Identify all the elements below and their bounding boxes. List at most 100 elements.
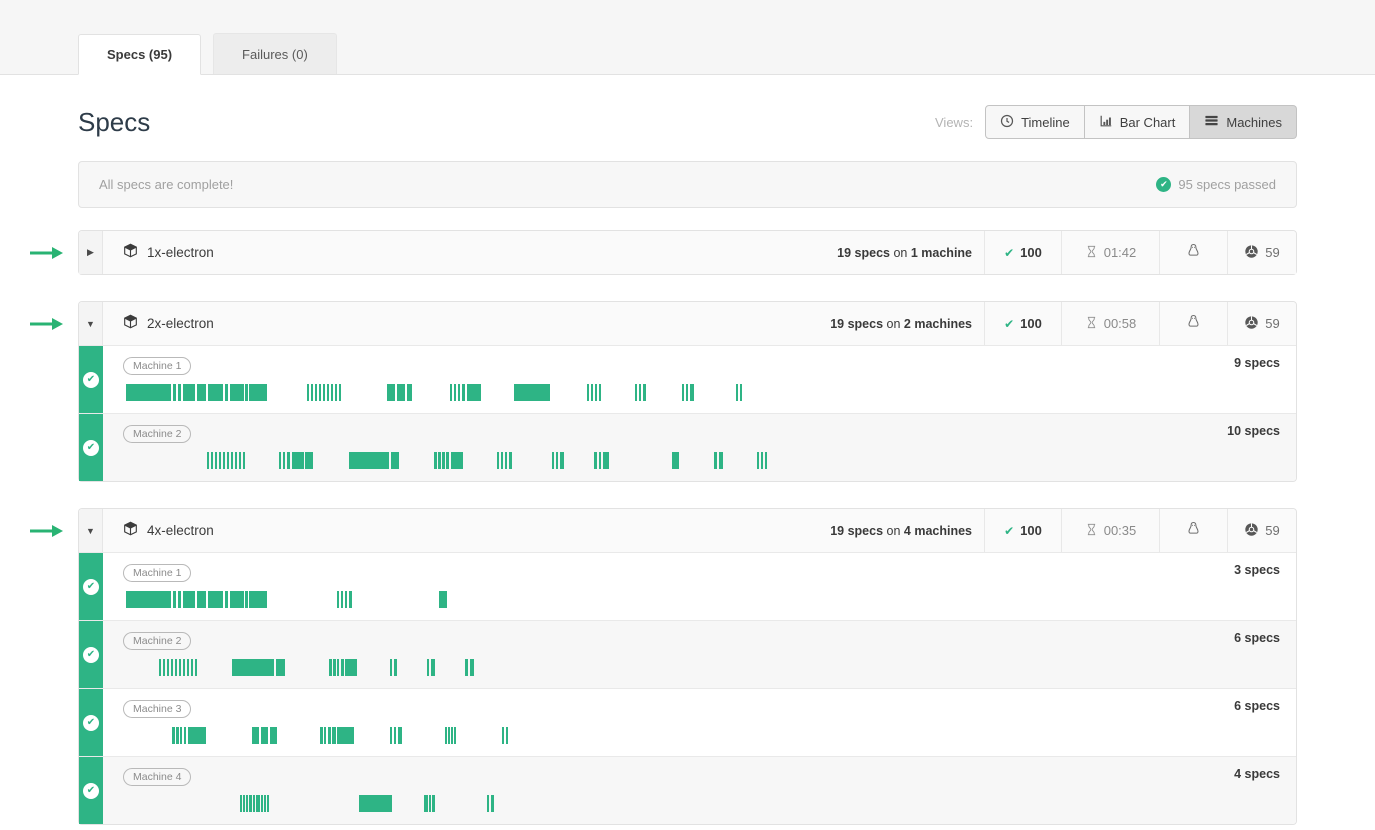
spec-bar[interactable] — [341, 591, 343, 608]
spec-bar[interactable] — [714, 452, 717, 469]
spec-bar[interactable] — [176, 727, 179, 744]
spec-bar[interactable] — [465, 659, 468, 676]
spec-bar[interactable] — [560, 452, 564, 469]
spec-bar[interactable] — [159, 659, 161, 676]
spec-bar[interactable] — [451, 727, 453, 744]
spec-bar[interactable] — [467, 384, 481, 401]
spec-bar[interactable] — [470, 659, 474, 676]
spec-bar[interactable] — [454, 384, 456, 401]
spec-bar[interactable] — [211, 452, 213, 469]
spec-group-header[interactable]: ▶ 1x-electron 19 specs on 1 machine ✔ 10… — [79, 231, 1296, 274]
spec-bar[interactable] — [432, 795, 435, 812]
spec-bar[interactable] — [331, 384, 333, 401]
spec-bar[interactable] — [267, 795, 269, 812]
spec-bar[interactable] — [333, 659, 336, 676]
spec-bar[interactable] — [434, 452, 437, 469]
spec-bar[interactable] — [509, 452, 512, 469]
spec-bar[interactable] — [319, 384, 321, 401]
spec-bar[interactable] — [167, 659, 169, 676]
spec-bar[interactable] — [187, 659, 189, 676]
spec-bar[interactable] — [397, 384, 405, 401]
spec-bar[interactable] — [328, 727, 331, 744]
spec-bar[interactable] — [339, 384, 341, 401]
spec-bar[interactable] — [171, 659, 173, 676]
spec-bar[interactable] — [279, 452, 281, 469]
spec-bar[interactable] — [256, 795, 260, 812]
spec-bar[interactable] — [390, 727, 392, 744]
timeline-view-button[interactable]: Timeline — [985, 105, 1085, 139]
spec-bar[interactable] — [439, 591, 447, 608]
spec-bar[interactable] — [359, 795, 392, 812]
spec-bar[interactable] — [424, 795, 428, 812]
spec-bar[interactable] — [305, 452, 313, 469]
spec-bar[interactable] — [307, 384, 309, 401]
spec-bar[interactable] — [249, 384, 267, 401]
spec-bar[interactable] — [552, 452, 554, 469]
spec-bar[interactable] — [390, 659, 392, 676]
spec-bar[interactable] — [197, 591, 206, 608]
expand-caret-button[interactable]: ▼ — [79, 509, 103, 552]
spec-bar[interactable] — [270, 727, 277, 744]
spec-bar[interactable] — [183, 384, 195, 401]
bar-chart-view-button[interactable]: Bar Chart — [1085, 105, 1191, 139]
spec-bar[interactable] — [454, 727, 456, 744]
spec-bar[interactable] — [180, 727, 182, 744]
spec-bar[interactable] — [249, 795, 252, 812]
spec-bar[interactable] — [230, 384, 244, 401]
expand-caret-button[interactable]: ▼ — [79, 302, 103, 345]
spec-bar[interactable] — [349, 452, 389, 469]
spec-bar[interactable] — [188, 727, 206, 744]
spec-bar[interactable] — [191, 659, 193, 676]
spec-bar[interactable] — [761, 452, 763, 469]
spec-bar[interactable] — [195, 659, 197, 676]
spec-bar[interactable] — [225, 384, 228, 401]
spec-bar[interactable] — [207, 452, 209, 469]
spec-bar[interactable] — [327, 384, 329, 401]
spec-bar[interactable] — [407, 384, 412, 401]
spec-bar[interactable] — [635, 384, 637, 401]
spec-bar[interactable] — [736, 384, 738, 401]
spec-bar[interactable] — [173, 591, 176, 608]
spec-bar[interactable] — [232, 659, 274, 676]
spec-bar[interactable] — [243, 795, 245, 812]
spec-bar[interactable] — [337, 659, 339, 676]
spec-bar[interactable] — [249, 591, 267, 608]
spec-bar[interactable] — [391, 452, 399, 469]
spec-bar[interactable] — [341, 659, 344, 676]
spec-bar[interactable] — [126, 591, 171, 608]
spec-bar[interactable] — [398, 727, 402, 744]
spec-bar[interactable] — [672, 452, 679, 469]
spec-bar[interactable] — [264, 795, 266, 812]
spec-bar[interactable] — [208, 591, 223, 608]
spec-bar[interactable] — [315, 384, 317, 401]
spec-bar[interactable] — [491, 795, 494, 812]
spec-bar[interactable] — [497, 452, 499, 469]
spec-bar[interactable] — [345, 591, 347, 608]
spec-bar[interactable] — [431, 659, 435, 676]
spec-bar[interactable] — [227, 452, 229, 469]
spec-bar[interactable] — [175, 659, 177, 676]
spec-bar[interactable] — [451, 452, 463, 469]
spec-bar[interactable] — [246, 795, 248, 812]
spec-bar[interactable] — [252, 727, 259, 744]
spec-bar[interactable] — [591, 384, 593, 401]
spec-group-header[interactable]: ▼ 2x-electron 19 specs on 2 machines ✔ 1… — [79, 302, 1296, 345]
spec-bar[interactable] — [757, 452, 759, 469]
tab-failures[interactable]: Failures (0) — [213, 33, 337, 74]
spec-bar[interactable] — [599, 384, 601, 401]
spec-bar[interactable] — [345, 659, 357, 676]
spec-bar[interactable] — [219, 452, 221, 469]
spec-bar[interactable] — [126, 384, 171, 401]
spec-bar[interactable] — [335, 384, 337, 401]
spec-bar[interactable] — [215, 452, 217, 469]
spec-bar[interactable] — [462, 384, 465, 401]
spec-bar[interactable] — [438, 452, 441, 469]
spec-bar[interactable] — [261, 727, 268, 744]
spec-bar[interactable] — [682, 384, 684, 401]
spec-bar[interactable] — [427, 659, 429, 676]
spec-bar[interactable] — [556, 452, 558, 469]
spec-bar[interactable] — [178, 384, 181, 401]
spec-bar[interactable] — [445, 727, 447, 744]
spec-bar[interactable] — [595, 384, 597, 401]
spec-bar[interactable] — [458, 384, 460, 401]
